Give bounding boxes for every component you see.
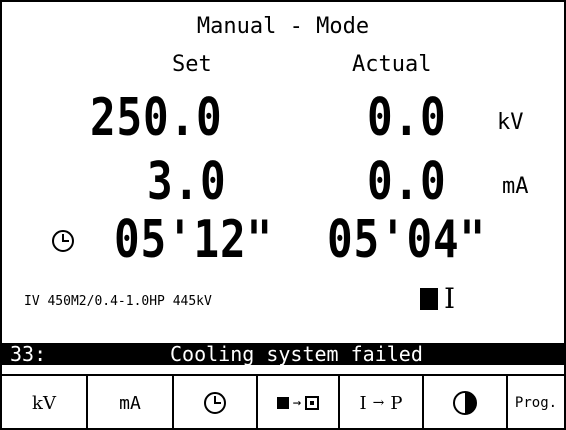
current-unit: mA [502, 174, 529, 199]
clock-icon [204, 392, 226, 414]
boxed-square-icon [305, 396, 320, 410]
voltage-set-value[interactable]: 250.0 [90, 88, 222, 148]
filled-square-icon [276, 397, 289, 409]
filled-square-icon [420, 287, 438, 310]
fkey-ma-label: mA [119, 392, 141, 414]
set-column-label: Set [172, 52, 212, 77]
fkey-kv-button[interactable]: kV [2, 376, 88, 430]
status-message: Cooling system failed [170, 342, 423, 366]
fkey-timer-button[interactable] [174, 376, 258, 430]
status-bar: 33: Cooling system failed [2, 343, 564, 365]
controller-screen: Manual - Mode Set Actual 250.0 0.0 kV 3.… [2, 2, 564, 430]
fkey-prog-button[interactable]: Prog. [508, 376, 564, 430]
voltage-unit: kV [497, 110, 524, 135]
fkey-prog-label: Prog. [514, 395, 558, 411]
function-key-bar: kV mA → I → P Prog. [2, 374, 564, 430]
current-actual-value: 0.0 [367, 152, 447, 212]
fkey-contrast-button[interactable] [424, 376, 508, 430]
fkey-p-label: P [390, 392, 403, 414]
actual-column-label: Actual [352, 52, 432, 77]
mode-title: Manual - Mode [196, 14, 370, 39]
fkey-ma-button[interactable]: mA [88, 376, 174, 430]
timer-set-value[interactable]: 05'12" [114, 210, 273, 270]
fkey-mode-switch-button[interactable]: → [258, 376, 340, 430]
fkey-kv-label: kV [32, 392, 56, 414]
status-code: 33: [10, 342, 47, 366]
fkey-i-to-p-button[interactable]: I → P [340, 376, 424, 430]
fkey-i-label: I [359, 392, 367, 414]
arrow-icon: → [372, 395, 385, 411]
current-set-value[interactable]: 3.0 [147, 152, 226, 212]
half-circle-contrast-icon [453, 391, 477, 415]
xray-state-label: I [444, 282, 456, 315]
arrow-icon: → [292, 395, 302, 411]
timer-actual-value: 05'04" [327, 210, 486, 270]
clock-icon [52, 230, 74, 256]
xray-state-indicator: I [420, 282, 455, 315]
tube-model: IV 450M2/0.4-1.0HP 445kV [24, 294, 212, 309]
voltage-actual-value: 0.0 [367, 88, 447, 148]
